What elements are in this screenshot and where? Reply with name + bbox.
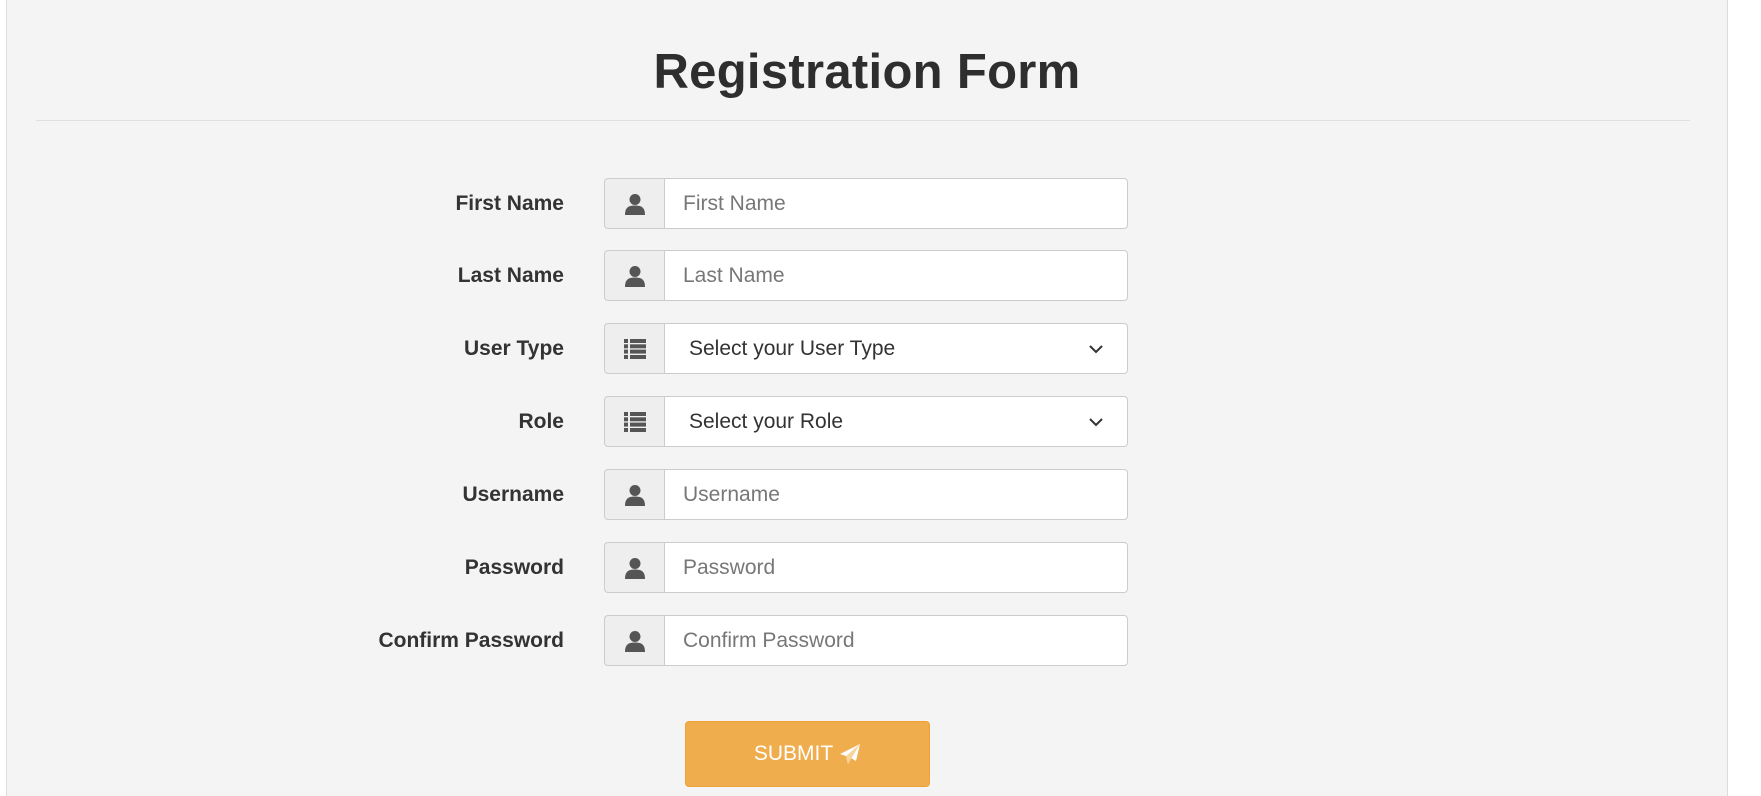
last-name-label: Last Name: [457, 264, 564, 287]
last-name-group: [604, 250, 1128, 301]
first-name-input[interactable]: [664, 178, 1128, 229]
username-label: Username: [462, 483, 564, 506]
username-input[interactable]: [664, 469, 1128, 520]
role-group: Select your Role: [604, 396, 1128, 447]
password-group: [604, 542, 1128, 593]
title-divider: [36, 120, 1690, 121]
role-label: Role: [518, 410, 564, 433]
last-name-input[interactable]: [664, 250, 1128, 301]
password-row: Password: [7, 542, 1207, 593]
submit-button-label: SUBMIT: [753, 742, 834, 765]
user-type-label: User Type: [464, 337, 564, 360]
list-icon: [604, 323, 664, 374]
confirm-password-group: [604, 615, 1128, 666]
list-icon: [604, 396, 664, 447]
user-type-select[interactable]: Select your User Type: [664, 323, 1128, 374]
form-panel: Registration Form First Name Last Name U…: [6, 0, 1728, 796]
role-select[interactable]: Select your Role: [664, 396, 1128, 447]
chevron-down-icon: [1089, 417, 1103, 426]
first-name-row: First Name: [7, 178, 1207, 229]
role-row: Role Select your Role: [7, 396, 1207, 447]
user-type-row: User Type Select your User Type: [7, 323, 1207, 374]
user-icon: [604, 250, 664, 301]
paper-plane-icon: [840, 744, 861, 764]
confirm-password-row: Confirm Password: [7, 615, 1207, 666]
user-icon: [604, 469, 664, 520]
user-icon: [604, 542, 664, 593]
username-row: Username: [7, 469, 1207, 520]
first-name-group: [604, 178, 1128, 229]
user-type-group: Select your User Type: [604, 323, 1128, 374]
user-type-selected-value: Select your User Type: [689, 336, 896, 360]
username-group: [604, 469, 1128, 520]
first-name-label: First Name: [455, 192, 564, 215]
password-input[interactable]: [664, 542, 1128, 593]
role-selected-value: Select your Role: [689, 409, 844, 433]
last-name-row: Last Name: [7, 250, 1207, 301]
submit-button[interactable]: SUBMIT: [685, 721, 930, 787]
page-title: Registration Form: [653, 45, 1081, 99]
confirm-password-input[interactable]: [664, 615, 1128, 666]
confirm-password-label: Confirm Password: [378, 629, 564, 652]
password-label: Password: [464, 556, 564, 579]
user-icon: [604, 615, 664, 666]
chevron-down-icon: [1089, 344, 1103, 353]
user-icon: [604, 178, 664, 229]
